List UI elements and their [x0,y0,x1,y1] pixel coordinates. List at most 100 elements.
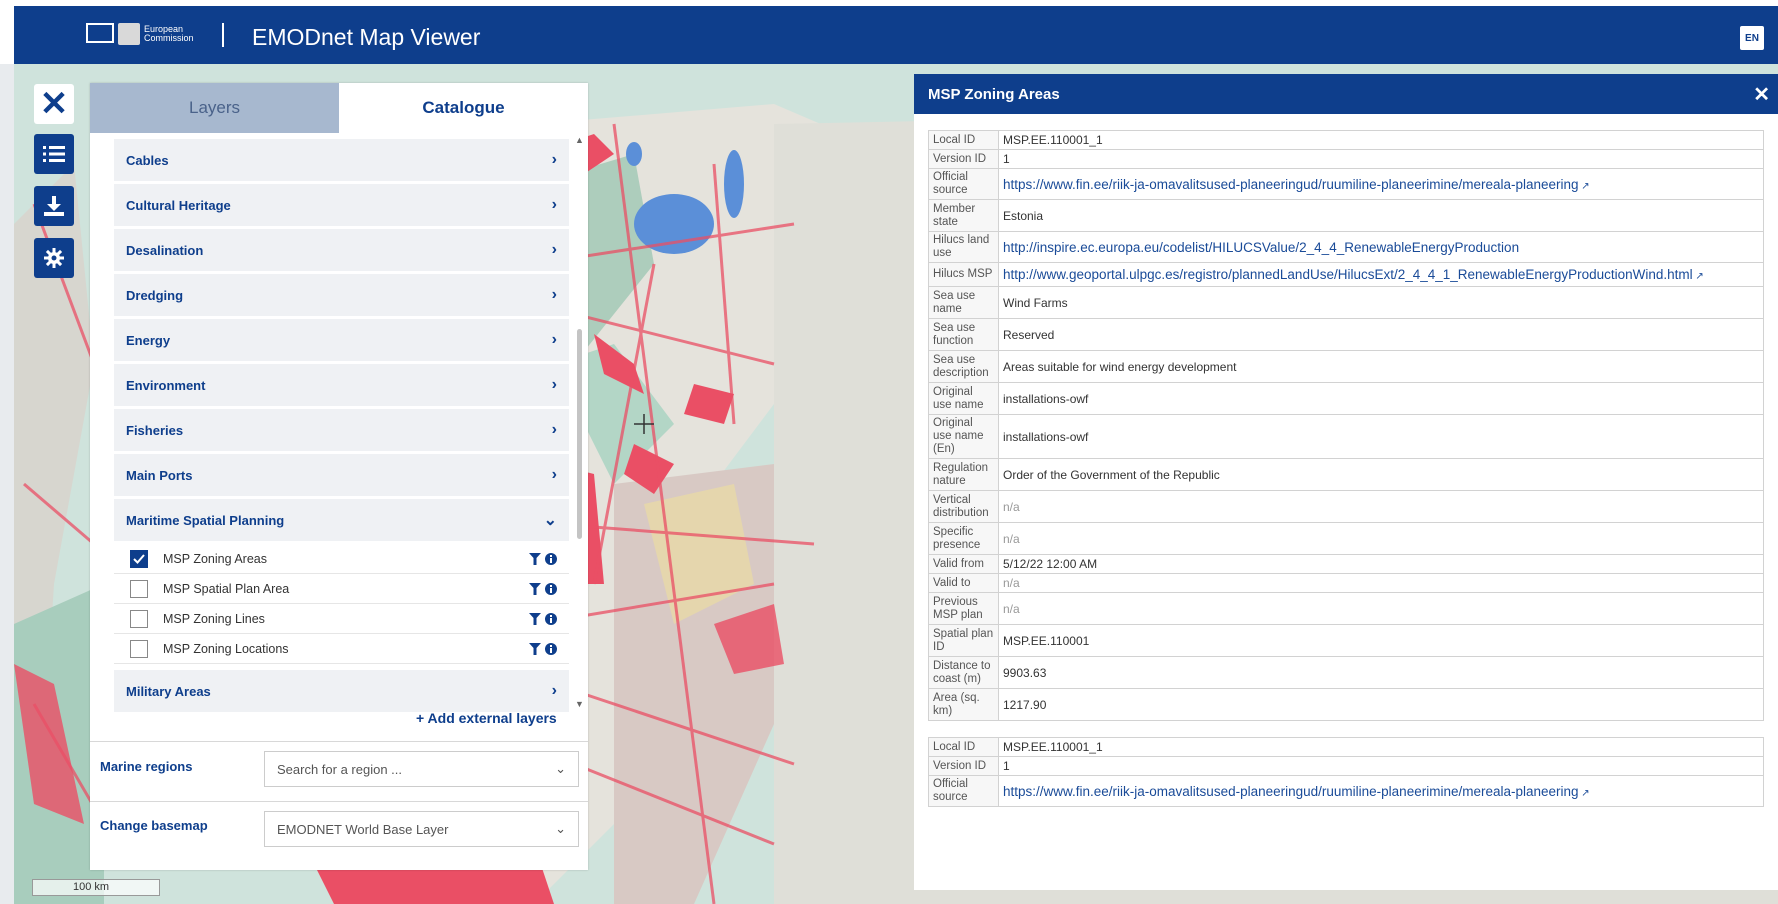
attribute-value: MSP.EE.110001 [998,624,1764,657]
chevron-right-icon: › [551,241,557,258]
sublayer-row[interactable]: MSP Zoning Locations [114,634,569,664]
basemap-select[interactable]: EMODNET World Base Layer ⌄ [264,811,579,847]
download-icon[interactable] [34,186,74,226]
attribute-value: 1217.90 [998,688,1764,721]
attribute-value: MSP.EE.110001_1 [998,737,1764,757]
category-main-ports[interactable]: Main Ports › [114,454,569,496]
attribute-key: Version ID [928,149,999,169]
list-icon[interactable] [34,134,74,174]
attribute-value: installations-owf [998,414,1764,459]
category-energy[interactable]: Energy › [114,319,569,361]
external-link-icon[interactable]: ↗ [1579,788,1589,799]
category-maritime-spatial-planning[interactable]: Maritime Spatial Planning ⌄ [114,499,569,541]
catalogue-scrollbar[interactable]: ▲ ▼ [575,135,584,709]
attribute-key: Local ID [928,130,999,150]
basemap-label: Change basemap [100,818,208,833]
attribute-table: Local ID MSP.EE.110001_1 Version ID 1 Offici… [928,130,1764,721]
attribute-row: Official source https://www.fin.ee/riik-j… [928,168,1764,200]
category-cultural-heritage[interactable]: Cultural Heritage › [114,184,569,226]
layer-checkbox[interactable] [130,579,148,598]
external-link-icon[interactable]: ↗ [1579,181,1589,192]
divider [90,801,588,802]
app-header: European Commission EMODnet Map Viewer E… [0,0,1778,64]
filter-icon[interactable] [529,552,541,565]
category-military-areas[interactable]: Military Areas › [114,670,569,712]
sublayer-row[interactable]: MSP Zoning Areas [114,544,569,574]
chevron-right-icon: › [551,331,557,348]
divider [90,741,588,742]
european-commission-logo[interactable]: European Commission [74,14,234,54]
attribute-key: Hilucs MSP [928,262,999,287]
attribute-value: 1 [998,149,1764,169]
filter-icon[interactable] [529,582,541,595]
attribute-value: 9903.63 [998,656,1764,689]
map-toolbar: ✕ [34,84,78,290]
attribute-row: Spatial plan ID MSP.EE.110001 [928,624,1764,657]
attribute-key: Member state [928,199,999,232]
category-dredging[interactable]: Dredging › [114,274,569,316]
info-panel-header: MSP Zoning Areas ✕ [914,74,1778,114]
layer-checkbox[interactable] [130,549,148,568]
eu-flag-icon [86,23,114,43]
sublayer-label: MSP Spatial Plan Area [163,581,290,596]
info-icon[interactable] [545,582,557,595]
attribute-link[interactable]: http://inspire.ec.europa.eu/codelist/HIL… [998,231,1764,263]
attribute-value: n/a [998,522,1764,555]
filter-icon[interactable] [529,642,541,655]
attribute-row: Version ID 1 [928,149,1764,169]
layer-panel: Layers Catalogue Cables › Cultural Herita… [90,83,588,870]
filter-icon[interactable] [529,612,541,625]
attribute-row: Hilucs MSP http://www.geoportal.ulpgc.es/… [928,262,1764,287]
language-selector[interactable]: EN [1740,26,1764,50]
category-cables[interactable]: Cables › [114,139,569,181]
attribute-key: Valid to [928,573,999,593]
tab-catalogue[interactable]: Catalogue [339,83,588,133]
info-icon[interactable] [545,642,557,655]
external-link-icon[interactable]: ↗ [1693,271,1703,282]
chevron-right-icon: › [551,196,557,213]
marine-region-search[interactable]: Search for a region ... ⌄ [264,751,579,787]
attribute-link[interactable]: https://www.fin.ee/riik-ja-omavalitsused… [998,775,1764,807]
sublayer-label: MSP Zoning Lines [163,611,265,626]
scroll-thumb[interactable] [577,329,582,539]
attribute-key: Sea use name [928,286,999,319]
attribute-key: Original use name [928,382,999,415]
category-fisheries[interactable]: Fisheries › [114,409,569,451]
info-icon[interactable] [545,552,557,565]
attribute-row: Distance to coast (m) 9903.63 [928,656,1764,689]
attribute-key: Sea use description [928,350,999,383]
gear-icon[interactable] [34,238,74,278]
layer-checkbox[interactable] [130,609,148,628]
feature-info-panel: MSP Zoning Areas ✕ Local ID MSP.EE.110001… [914,74,1778,890]
tab-layers[interactable]: Layers [90,83,339,133]
layer-checkbox[interactable] [130,639,148,658]
attribute-key: Regulation nature [928,458,999,491]
attribute-row: Previous MSP plan n/a [928,592,1764,625]
chevron-down-icon: ⌄ [555,761,566,776]
attribute-link[interactable]: https://www.fin.ee/riik-ja-omavalitsused… [998,168,1764,200]
sublayer-row[interactable]: MSP Spatial Plan Area [114,574,569,604]
sublayer-row[interactable]: MSP Zoning Lines [114,604,569,634]
category-environment[interactable]: Environment › [114,364,569,406]
sublayer-label: MSP Zoning Locations [163,641,289,656]
scroll-down-icon[interactable]: ▼ [575,699,584,709]
close-icon[interactable]: ✕ [1753,82,1770,107]
attribute-link[interactable]: http://www.geoportal.ulpgc.es/registro/p… [998,262,1764,287]
attribute-key: Vertical distribution [928,490,999,523]
add-external-layers-button[interactable]: + Add external layers [416,710,557,726]
scroll-up-icon[interactable]: ▲ [575,135,584,145]
info-panel-body[interactable]: Local ID MSP.EE.110001_1 Version ID 1 Offici… [928,130,1764,882]
attribute-row: Vertical distribution n/a [928,490,1764,523]
close-icon[interactable]: ✕ [34,84,74,124]
chevron-right-icon: › [551,376,557,393]
attribute-value: Reserved [998,318,1764,351]
attribute-key: Hilucs land use [928,231,999,263]
attribute-row: Local ID MSP.EE.110001_1 [928,130,1764,150]
attribute-key: Version ID [928,756,999,776]
category-desalination[interactable]: Desalination › [114,229,569,271]
info-icon[interactable] [545,612,557,625]
app-title: EMODnet Map Viewer [252,24,481,50]
attribute-value: n/a [998,592,1764,625]
attribute-key: Sea use function [928,318,999,351]
attribute-value: MSP.EE.110001_1 [998,130,1764,150]
